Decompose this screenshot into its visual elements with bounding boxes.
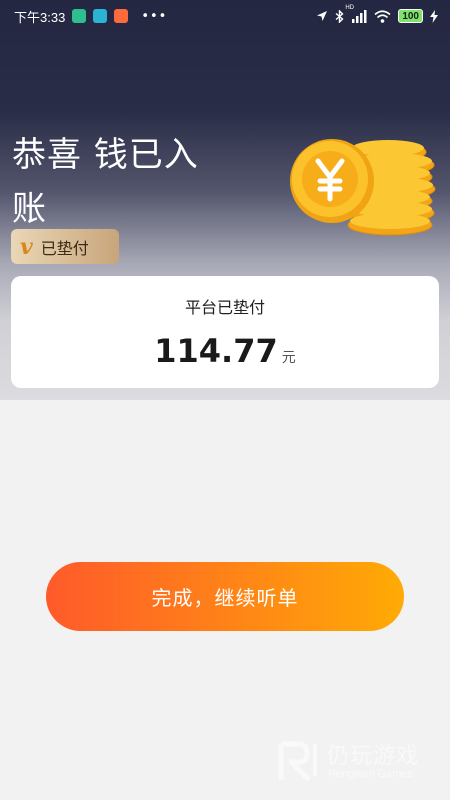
- battery-indicator: 100: [398, 9, 423, 23]
- watermark: 仍玩游戏 Rengwan Games: [275, 736, 445, 788]
- shield-app-icon: [72, 9, 87, 23]
- watermark-logo-icon: [278, 741, 317, 782]
- page-title: 恭喜 钱已入 账: [12, 128, 242, 236]
- v-badge-icon: v: [20, 233, 33, 260]
- finish-continue-button[interactable]: 完成，继续听单: [46, 562, 404, 631]
- amount-label: 平台已垫付: [184, 298, 265, 317]
- charging-icon: [430, 9, 438, 23]
- bluetooth-icon: [335, 9, 344, 23]
- amount-card: 平台已垫付 114.77 元: [11, 276, 439, 388]
- amount-row: 114.77 元: [11, 332, 439, 370]
- status-time: 下午3:33: [14, 9, 66, 25]
- status-bar: 下午3:33 ••• HD 100: [0, 0, 450, 32]
- title-line-1: 恭喜 钱已入: [12, 135, 199, 175]
- location-icon: [317, 11, 328, 21]
- more-notifications-icon: •••: [141, 8, 168, 24]
- mascot-app-icon: [114, 9, 129, 23]
- signal-icon: HD: [345, 5, 367, 23]
- watermark-cn: 仍玩游戏: [327, 744, 420, 769]
- send-app-icon: [93, 9, 108, 23]
- title-line-2: 账: [12, 189, 47, 229]
- paid-badge-label: 已垫付: [40, 238, 89, 258]
- watermark-en: Rengwan Games: [328, 768, 413, 780]
- wifi-icon: [374, 9, 391, 23]
- amount-value: 114.77: [154, 332, 278, 370]
- network-type-label: HD: [345, 4, 354, 11]
- gold-coins-icon: [290, 139, 436, 236]
- paid-badge: v 已垫付: [11, 229, 119, 264]
- amount-unit: 元: [281, 350, 296, 366]
